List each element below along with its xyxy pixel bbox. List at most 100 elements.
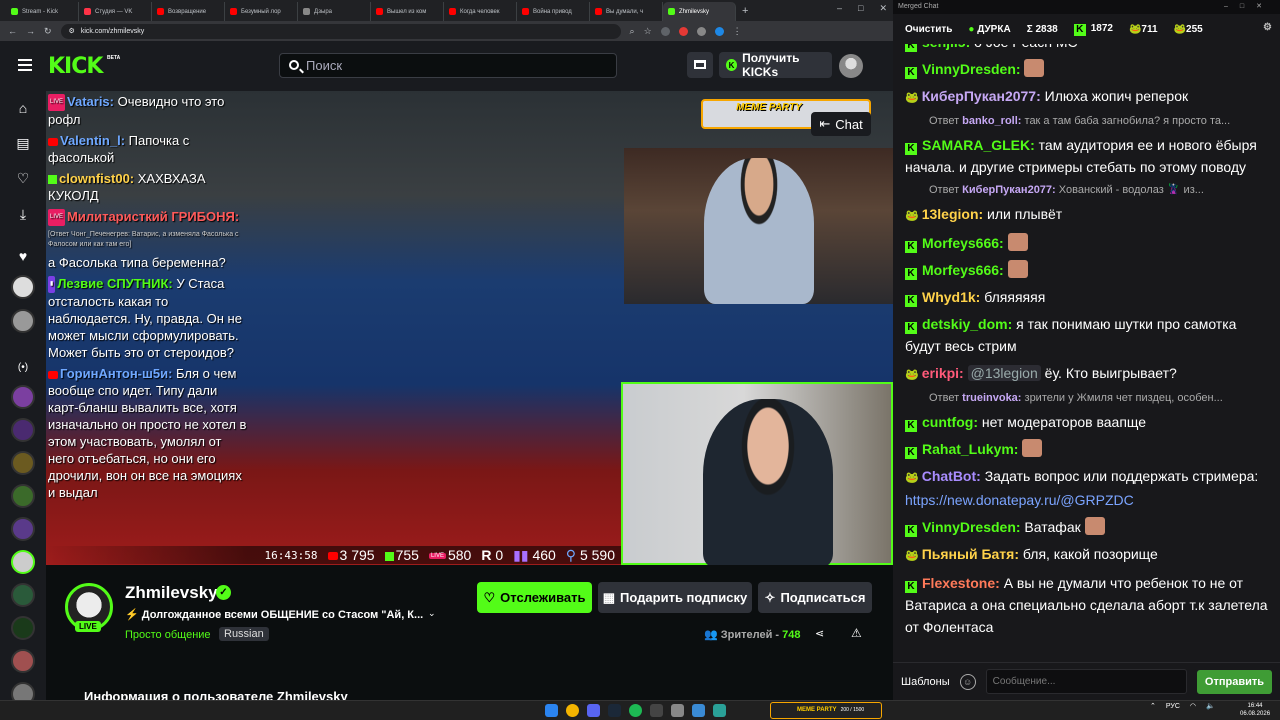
start-icon[interactable]: [545, 704, 558, 717]
chat-username[interactable]: 13legion:: [922, 206, 983, 222]
gift-subscription-button[interactable]: ▦ Подарить подписку: [598, 582, 752, 613]
chevron-down-icon[interactable]: ⌄: [428, 608, 436, 619]
settings-gear-icon[interactable]: ⚙: [1263, 22, 1272, 33]
forward-icon[interactable]: →: [26, 26, 35, 36]
back-icon[interactable]: ←: [8, 26, 17, 36]
streamer-name[interactable]: Zhmilevsky: [125, 583, 218, 603]
chrome-icon[interactable]: [566, 704, 579, 717]
chat-username[interactable]: erikpi:: [922, 365, 964, 381]
search-input[interactable]: Поиск: [279, 53, 617, 78]
browser-tab[interactable]: Возвращение: [152, 2, 225, 21]
chat-message[interactable]: K VinnyDresden: Ватафак: [905, 516, 1268, 538]
browser-tab[interactable]: Безумный лор: [225, 2, 298, 21]
channel-avatar[interactable]: [11, 682, 35, 700]
channel-avatar[interactable]: [11, 418, 35, 442]
browser-tab[interactable]: Студия — VK: [79, 2, 152, 21]
chat-username[interactable]: SAMARA_GLEK:: [922, 137, 1035, 153]
share-icon[interactable]: ⋖: [815, 627, 824, 640]
chat-message[interactable]: Kcuntfog: нет модераторов ваапще: [905, 411, 1268, 433]
chat-message[interactable]: 🐸 13legion: или плывёт: [905, 203, 1268, 227]
get-kicks-button[interactable]: K Получить KICKs: [719, 51, 832, 79]
browser-tab[interactable]: Вы думали, ч: [590, 2, 663, 21]
chat-username[interactable]: Morfeys666:: [922, 262, 1004, 278]
browser-tab[interactable]: Когда человек: [444, 2, 517, 21]
send-button[interactable]: Отправить: [1196, 669, 1272, 694]
home-icon[interactable]: ⌂: [14, 99, 32, 117]
following-icon[interactable]: ♡: [14, 169, 32, 187]
extension-icon[interactable]: [660, 26, 670, 36]
chat-message[interactable]: 🐸 КиберПукан2077: Илюха жопич реперок: [905, 85, 1268, 109]
download-icon[interactable]: ⤓: [14, 205, 32, 223]
browser-tab[interactable]: Дзыра: [298, 2, 371, 21]
chat-message[interactable]: 🐸 Пьяный Батя: бля, какой позорище: [905, 543, 1268, 567]
browser-tab[interactable]: Война привод: [517, 2, 590, 21]
chat-message[interactable]: 🐸 erikpi: @13legion ёу. Кто выигрывает?: [905, 362, 1268, 386]
channel-avatar[interactable]: [11, 616, 35, 640]
clear-button[interactable]: Очистить: [905, 24, 952, 35]
hamburger-menu-icon[interactable]: [18, 59, 32, 71]
chat-link[interactable]: https://new.donatepay.ru/@GRPZDC: [905, 492, 1134, 508]
steam-icon[interactable]: [608, 704, 621, 717]
language-tag[interactable]: Russian: [219, 627, 269, 641]
chat-username[interactable]: ChatBot:: [922, 468, 981, 484]
app-icon[interactable]: [671, 704, 684, 717]
chat-message[interactable]: Kdetskiy_dom: я так понимаю шутки про са…: [905, 313, 1268, 357]
extension-icon[interactable]: [696, 26, 706, 36]
language-indicator[interactable]: РУС: [1166, 703, 1180, 710]
chat-message[interactable]: K Morfeys666:: [905, 259, 1268, 281]
browse-icon[interactable]: ▤: [14, 134, 32, 152]
discord-icon[interactable]: [587, 704, 600, 717]
spotify-icon[interactable]: [629, 704, 642, 717]
chat-message[interactable]: K VinnyDresden:: [905, 58, 1268, 80]
taskbar-meme-party[interactable]: MEME PARTY 200 / 1500: [770, 702, 882, 719]
chat-username[interactable]: Morfeys666:: [922, 235, 1004, 251]
minimize-icon[interactable]: –: [837, 3, 842, 14]
extension-icon[interactable]: [714, 26, 724, 36]
chat-username[interactable]: Flexestone:: [922, 575, 1000, 591]
site-info-icon[interactable]: ⚙: [69, 27, 75, 35]
channel-avatar[interactable]: [11, 517, 35, 541]
window-controls[interactable]: –□✕: [1224, 0, 1274, 14]
chat-message[interactable]: K Rahat_Lukym:: [905, 438, 1268, 460]
zoom-icon[interactable]: ⌕: [630, 26, 635, 37]
chat-message[interactable]: K Flexestone: А вы не думали что ребенок …: [905, 572, 1268, 638]
video-player[interactable]: LIVE Vataris: Очевидно что это рофл Valent…: [46, 91, 893, 565]
subscribe-button[interactable]: ✧ Подписаться: [758, 582, 872, 613]
chat-username[interactable]: Whyd1k:: [922, 289, 980, 305]
app-icon[interactable]: [713, 704, 726, 717]
follow-button[interactable]: ♡ Отслеживать: [477, 582, 592, 613]
tray-chevron-icon[interactable]: ⌃: [1150, 702, 1156, 710]
kick-logo[interactable]: KICK: [48, 54, 103, 79]
url-field[interactable]: ⚙ kick.com/zhmilevsky: [60, 23, 621, 39]
user-avatar[interactable]: [839, 54, 863, 78]
templates-button[interactable]: Шаблоны: [901, 676, 950, 688]
inventory-button[interactable]: [687, 52, 713, 78]
chat-username[interactable]: Пьяный Батя:: [922, 546, 1019, 562]
taskbar-clock[interactable]: 16:44 06.08.2026: [1240, 702, 1270, 718]
new-tab-icon[interactable]: +: [742, 2, 748, 21]
browser-tab[interactable]: Stream - Kick: [6, 2, 79, 21]
channel-avatar[interactable]: [11, 275, 35, 299]
chat-toggle-button[interactable]: ⇤ Chat: [811, 112, 871, 136]
extension-icon[interactable]: [678, 26, 688, 36]
chat-mention[interactable]: @13legion: [967, 365, 1041, 381]
channel-avatar[interactable]: [11, 583, 35, 607]
chat-message[interactable]: 🐸 ChatBot: Задать вопрос или поддержать с…: [905, 465, 1268, 511]
chat-username[interactable]: Rahat_Lukym:: [922, 441, 1018, 457]
reload-icon[interactable]: ↻: [44, 26, 52, 37]
channel-avatar[interactable]: [11, 649, 35, 673]
chat-message[interactable]: K Whyd1k: бляяяяяя: [905, 286, 1268, 308]
bookmark-star-icon[interactable]: ☆: [644, 26, 652, 37]
channel-avatar[interactable]: [11, 309, 35, 333]
chat-username[interactable]: КиберПукан2077:: [922, 88, 1041, 104]
favorites-heart-icon[interactable]: ♥: [14, 247, 32, 265]
channel-avatar[interactable]: [11, 451, 35, 475]
obs-icon[interactable]: [650, 704, 663, 717]
channel-avatar[interactable]: [11, 385, 35, 409]
window-controls[interactable]: –□✕: [837, 3, 887, 14]
channel-avatar[interactable]: [11, 484, 35, 508]
close-icon[interactable]: ✕: [879, 3, 887, 14]
live-channels-icon[interactable]: (•): [14, 359, 32, 377]
message-input[interactable]: [985, 669, 1187, 694]
volume-icon[interactable]: 🔈: [1206, 702, 1215, 710]
